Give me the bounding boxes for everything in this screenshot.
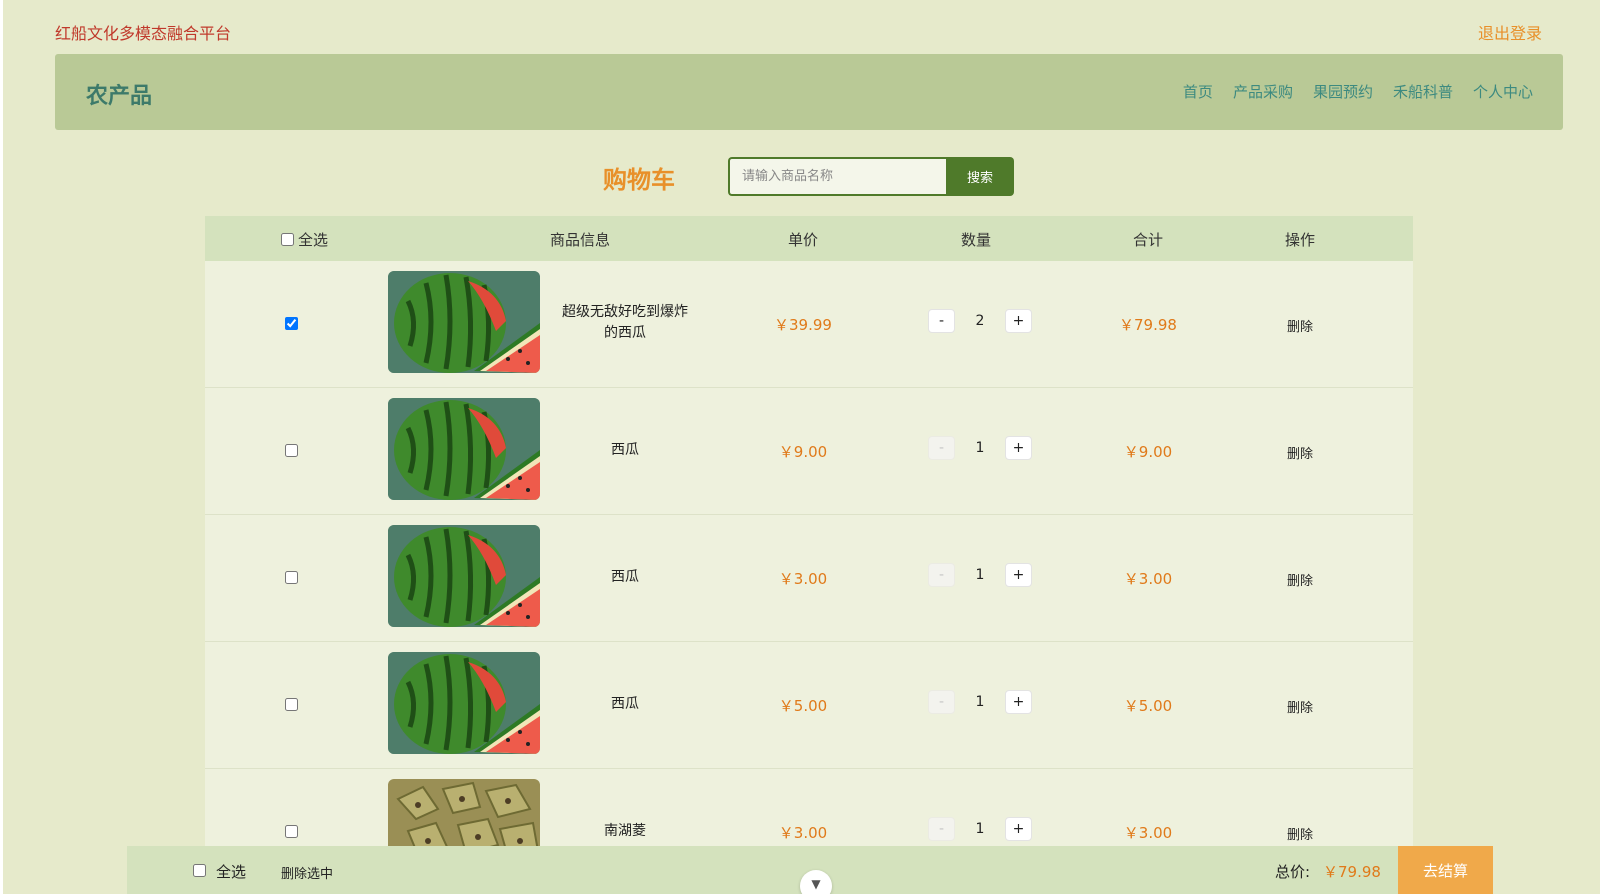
site-title: 红船文化多模态融合平台 [55, 24, 232, 43]
header-action: 操作 [1284, 231, 1315, 249]
product-name[interactable]: 西瓜 [550, 567, 700, 588]
header-subtotal: 合计 [1132, 231, 1163, 249]
product-name-line1: 西瓜 [611, 696, 639, 712]
decrease-button[interactable]: - [928, 817, 955, 841]
navbar: 农产品 首页 产品采购 果园预约 禾船科普 个人中心 [55, 54, 1563, 130]
row-subtotal: ￥3.00 [1123, 824, 1173, 842]
product-name[interactable]: 超级无敌好吃到爆炸 的西瓜 [550, 302, 700, 344]
decrease-button[interactable]: - [928, 563, 955, 587]
nav-links: 首页 产品采购 果园预约 禾船科普 个人中心 [1183, 81, 1533, 102]
search-button[interactable]: 搜索 [946, 157, 1014, 196]
quantity-stepper: - 1 + [928, 690, 1032, 714]
product-name[interactable]: 西瓜 [550, 694, 700, 715]
product-image[interactable] [388, 652, 540, 754]
product-name[interactable]: 西瓜 [550, 440, 700, 461]
product-name-line1: 西瓜 [611, 569, 639, 585]
row-subtotal: ￥5.00 [1123, 697, 1173, 715]
quantity-stepper: - 1 + [928, 563, 1032, 587]
row-subtotal: ￥79.98 [1119, 316, 1177, 334]
row-checkbox[interactable] [285, 698, 298, 711]
row-checkbox[interactable] [285, 571, 298, 584]
total-value: ￥79.98 [1323, 863, 1381, 881]
total-label: 总价: [1275, 863, 1311, 881]
header-select-all: 全选 [281, 229, 328, 250]
increase-button[interactable]: + [1005, 563, 1032, 587]
product-image[interactable] [388, 779, 540, 846]
product-image[interactable] [388, 525, 540, 627]
product-name-line1: 超级无敌好吃到爆炸 [562, 304, 688, 320]
quantity-value: 1 [975, 567, 985, 583]
quantity-stepper: - 1 + [928, 436, 1032, 460]
row-subtotal: ￥9.00 [1123, 443, 1173, 461]
delete-button[interactable]: 删除 [1270, 824, 1330, 843]
table-header: 全选 商品信息 单价 数量 合计 操作 [205, 216, 1413, 261]
quantity-stepper: - 2 + [928, 309, 1032, 333]
quantity-value: 2 [975, 313, 985, 329]
increase-button[interactable]: + [1005, 436, 1032, 460]
unit-price: ￥39.99 [774, 316, 832, 334]
delete-button[interactable]: 删除 [1270, 316, 1330, 335]
quantity-stepper: - 1 + [928, 817, 1032, 841]
unit-price: ￥3.00 [778, 570, 828, 588]
checkout-button[interactable]: 去结算 [1398, 846, 1493, 894]
increase-button[interactable]: + [1005, 817, 1032, 841]
logout-link[interactable]: 退出登录 [1478, 20, 1542, 44]
delete-selected-button[interactable]: 删除选中 [281, 863, 333, 882]
row-checkbox[interactable] [285, 825, 298, 838]
decrease-button[interactable]: - [928, 436, 955, 460]
header-info: 商品信息 [549, 231, 610, 249]
search-input[interactable] [728, 157, 946, 196]
search-bar: 搜索 [728, 157, 1014, 196]
header-quantity: 数量 [960, 231, 991, 249]
delete-button[interactable]: 删除 [1270, 697, 1330, 716]
product-name-line1: 西瓜 [611, 442, 639, 458]
nav-brand: 农产品 [86, 84, 153, 109]
cart-rows: 超级无敌好吃到爆炸 的西瓜 ￥39.99 - 2 + ￥79.98 删除 西瓜 … [205, 261, 1413, 846]
product-image[interactable] [388, 271, 540, 373]
nav-link-home[interactable]: 首页 [1183, 81, 1213, 102]
footer-select-all-checkbox[interactable] [193, 864, 206, 877]
quantity-value: 1 [975, 821, 985, 837]
unit-price: ￥3.00 [778, 824, 828, 842]
nav-link-profile[interactable]: 个人中心 [1473, 81, 1533, 102]
quantity-value: 1 [975, 440, 985, 456]
table-row: 南湖菱 ￥3.00 - 1 + ￥3.00 删除 [205, 769, 1413, 846]
table-row: 西瓜 ￥9.00 - 1 + ￥9.00 删除 [205, 388, 1413, 515]
table-row: 西瓜 ￥5.00 - 1 + ￥5.00 删除 [205, 642, 1413, 769]
row-checkbox[interactable] [285, 317, 298, 330]
header-select-all-checkbox[interactable] [281, 233, 294, 246]
delete-button[interactable]: 删除 [1270, 570, 1330, 589]
product-name[interactable]: 南湖菱 [550, 821, 700, 842]
product-name-line2: 的西瓜 [604, 325, 646, 341]
product-image[interactable] [388, 398, 540, 500]
unit-price: ￥9.00 [778, 443, 828, 461]
delete-button[interactable]: 删除 [1270, 443, 1330, 462]
decrease-button[interactable]: - [928, 309, 955, 333]
table-row: 超级无敌好吃到爆炸 的西瓜 ￥39.99 - 2 + ￥79.98 删除 [205, 261, 1413, 388]
row-checkbox[interactable] [285, 444, 298, 457]
chevron-down-icon[interactable]: ▼ [800, 870, 832, 894]
footer-select-all-label: 全选 [216, 863, 247, 881]
increase-button[interactable]: + [1005, 309, 1032, 333]
table-row: 西瓜 ￥3.00 - 1 + ￥3.00 删除 [205, 515, 1413, 642]
decrease-button[interactable]: - [928, 690, 955, 714]
header-unit-price: 单价 [787, 231, 818, 249]
left-edge [0, 0, 3, 894]
product-name-line1: 南湖菱 [604, 823, 646, 839]
nav-link-orchard-booking[interactable]: 果园预约 [1313, 81, 1373, 102]
increase-button[interactable]: + [1005, 690, 1032, 714]
quantity-value: 1 [975, 694, 985, 710]
nav-link-science[interactable]: 禾船科普 [1393, 81, 1453, 102]
unit-price: ￥5.00 [778, 697, 828, 715]
row-subtotal: ￥3.00 [1123, 570, 1173, 588]
nav-link-purchase[interactable]: 产品采购 [1233, 81, 1293, 102]
cart-table: 全选 商品信息 单价 数量 合计 操作 超级无敌好吃到爆炸 的西瓜 ￥39.99… [205, 216, 1413, 846]
cart-title: 购物车 [603, 166, 675, 194]
header-select-all-label: 全选 [298, 231, 329, 249]
